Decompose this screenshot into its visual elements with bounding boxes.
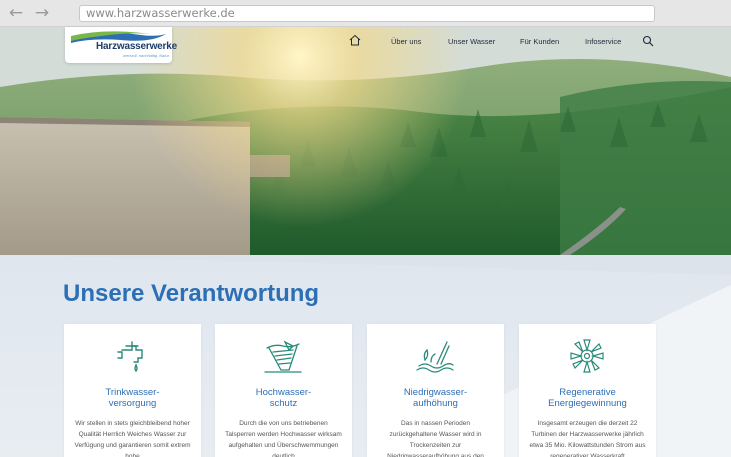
search-icon[interactable] [642, 35, 654, 47]
card-description: Insgesamt erzeugen die derzeit 22 Turbin… [529, 420, 646, 457]
section-heading: Unsere Verantwortung [63, 280, 320, 307]
card-description: Das in nassen Perioden zurückgehaltene W… [387, 420, 484, 457]
arrow-right-icon[interactable]: → [31, 3, 53, 23]
card-description: Wir stellen in stets gleichbleibend hohe… [74, 420, 191, 457]
nav-item-unser-wasser[interactable]: Unser Wasser [448, 37, 495, 46]
address-bar[interactable]: www.harzwasserwerke.de [79, 5, 655, 22]
nav-item-fuer-kunden[interactable]: Für Kunden [520, 37, 559, 46]
card-title: Niedrigwasser- aufhöhung [403, 387, 468, 409]
card-title: Trinkwasser- versorgung [105, 387, 160, 409]
browser-toolbar: ← → www.harzwasserwerke.de [0, 0, 731, 27]
water-tap-icon [117, 341, 143, 372]
low-water-icon [416, 341, 454, 373]
card-description: Durch die von uns betriebenen Talsperren… [225, 420, 342, 457]
turbine-icon [570, 339, 604, 373]
card-regenerative-energie[interactable]: Regenerative Energiegewinnung Insgesamt … [519, 324, 656, 457]
card-niedrigwasser[interactable]: Niedrigwasser- aufhöhung Das in nassen P… [367, 324, 504, 457]
responsibility-section: Unsere Verantwortung Trinkwasser- versor… [0, 255, 731, 457]
card-title: Hochwasser- schutz [255, 387, 312, 409]
arrow-left-icon[interactable]: ← [5, 3, 27, 23]
dam-icon [264, 340, 302, 373]
main-navigation: Über uns Unser Wasser Für Kunden Infoser… [0, 27, 731, 55]
home-icon[interactable] [349, 34, 361, 46]
card-trinkwasser[interactable]: Trinkwasser- versorgung Wir stellen in s… [64, 324, 201, 457]
card-title: Regenerative Energiegewinnung [548, 387, 627, 409]
nav-item-infoservice[interactable]: Infoservice [585, 37, 621, 46]
card-hochwasser[interactable]: Hochwasser- schutz Durch die von uns bet… [215, 324, 352, 457]
nav-item-ueber-uns[interactable]: Über uns [391, 37, 421, 46]
